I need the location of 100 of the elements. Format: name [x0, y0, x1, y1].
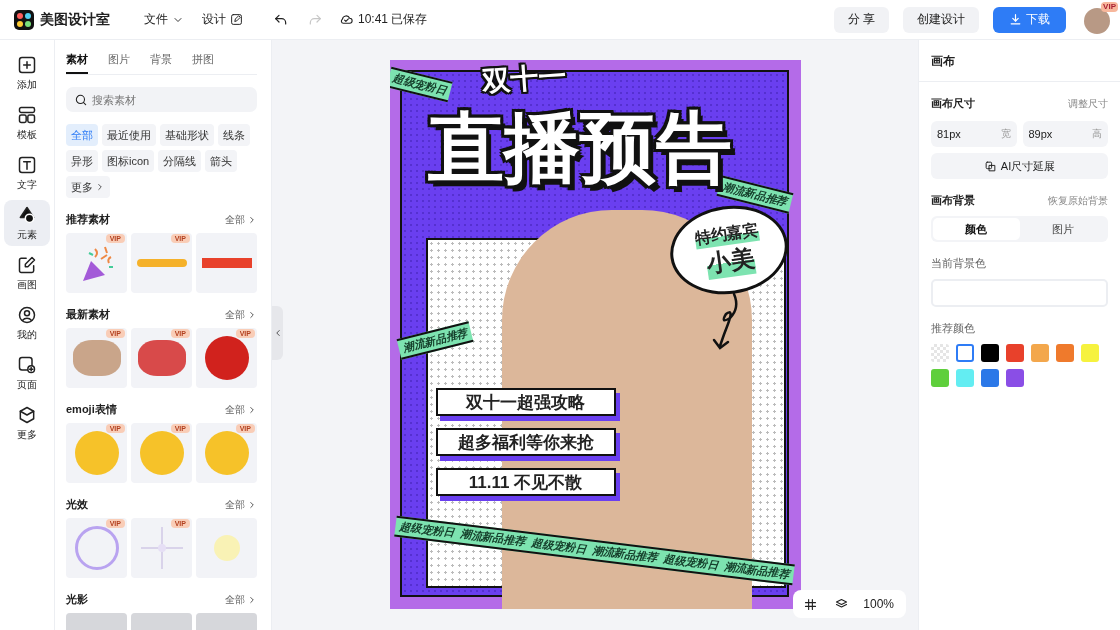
- color-swatch[interactable]: [1056, 344, 1074, 362]
- restore-link[interactable]: 恢复原始背景: [1048, 193, 1108, 208]
- tape-text: 超级宠粉日: [398, 519, 455, 541]
- segment-tab[interactable]: 颜色: [933, 218, 1020, 240]
- ai-resize-button[interactable]: AI尺寸延展: [931, 153, 1108, 179]
- brush-stroke: [136, 259, 187, 267]
- user-icon: [17, 304, 37, 325]
- header-button[interactable]: 创建设计: [903, 6, 979, 33]
- sidebar-item[interactable]: 模板: [4, 100, 50, 146]
- header-button[interactable]: 分 享: [833, 6, 889, 33]
- height-field[interactable]: 89px 高: [1022, 121, 1108, 147]
- stripe-sticker: [201, 258, 252, 268]
- segment-tab[interactable]: 图片: [1019, 218, 1106, 240]
- download-button[interactable]: 下载: [993, 6, 1066, 33]
- glow-image: [213, 535, 240, 561]
- tape-text: 潮流新品推荐: [722, 558, 790, 582]
- see-all-link[interactable]: 全部: [225, 402, 257, 417]
- edit-icon: [230, 13, 243, 26]
- layout-icon: [17, 104, 37, 125]
- grid-icon: [803, 596, 819, 612]
- panel-tab[interactable]: 背景: [150, 50, 172, 74]
- cube-icon: [17, 404, 37, 425]
- search-field[interactable]: 搜索素材: [66, 87, 257, 112]
- tape-text: 潮流新品推荐: [400, 325, 469, 356]
- sparkle-icon: [138, 525, 185, 571]
- sidebar-item[interactable]: 文字: [4, 150, 50, 196]
- field-label: 推荐颜色: [931, 321, 976, 336]
- filter-chip[interactable]: 异形: [66, 150, 98, 172]
- collapse-handle[interactable]: [272, 306, 283, 360]
- pencil-icon: [17, 254, 37, 275]
- section-title: 推荐素材: [66, 212, 110, 227]
- color-swatch[interactable]: [981, 369, 999, 387]
- file-menu[interactable]: 文件: [142, 9, 186, 30]
- color-swatch[interactable]: [1006, 369, 1024, 387]
- color-swatch[interactable]: [1031, 344, 1049, 362]
- zoom-level[interactable]: 100%: [863, 597, 894, 611]
- chevron-right-icon: [247, 499, 257, 510]
- resize-icon: [983, 159, 997, 173]
- cloud-check-icon: [339, 12, 354, 27]
- chevron-right-icon: [95, 182, 105, 192]
- chevron-right-icon: [247, 594, 257, 605]
- see-all-link[interactable]: 全部: [225, 497, 257, 512]
- vip-badge: VIP: [1101, 1, 1118, 12]
- asset-thumbnail[interactable]: [196, 233, 257, 293]
- save-status: 10:41 已保存: [358, 11, 428, 28]
- asset-thumbnail[interactable]: [196, 518, 257, 578]
- transparent-swatch[interactable]: [931, 344, 949, 362]
- filter-chip[interactable]: 线条: [218, 124, 250, 146]
- filter-chip[interactable]: 更多: [66, 176, 110, 198]
- sidebar-item[interactable]: 元素: [4, 200, 50, 246]
- filter-chip[interactable]: 最近使用: [102, 124, 156, 146]
- tape-text: 超级宠粉日: [530, 535, 587, 557]
- plus-icon: [17, 54, 37, 75]
- tape-text: 超级宠粉日: [662, 551, 719, 574]
- text-icon: [17, 154, 37, 175]
- sidebar-item[interactable]: 画图: [4, 250, 50, 296]
- color-swatch[interactable]: [956, 344, 974, 362]
- see-all-link[interactable]: 全部: [225, 212, 257, 227]
- color-swatch[interactable]: [1081, 344, 1099, 362]
- tape-text: 超级宠粉日: [390, 70, 448, 99]
- color-swatch[interactable]: [1006, 344, 1024, 362]
- chevron-right-icon: [247, 309, 257, 320]
- panel-tab[interactable]: 拼图: [192, 50, 214, 74]
- section-title: emoji表情: [66, 402, 117, 417]
- page-add-icon: [17, 354, 37, 375]
- see-all-link[interactable]: 全部: [225, 592, 257, 607]
- chevron-right-icon: [247, 214, 257, 225]
- section-title: 光影: [66, 592, 88, 607]
- field-label: 当前背景色: [931, 256, 987, 271]
- color-swatch[interactable]: [956, 369, 974, 387]
- color-swatch[interactable]: [931, 369, 949, 387]
- tape-text: 潮流新品推荐: [590, 542, 658, 566]
- width-field[interactable]: 81px 宽: [931, 121, 1017, 147]
- color-swatch[interactable]: [981, 344, 999, 362]
- see-all-link[interactable]: 全部: [225, 307, 257, 322]
- section-title: 最新素材: [66, 307, 110, 322]
- filter-chip[interactable]: 图标icon: [102, 150, 155, 172]
- sidebar-item[interactable]: 我的: [4, 300, 50, 346]
- user-avatar[interactable]: [1084, 7, 1110, 34]
- panel-tab[interactable]: 图片: [108, 50, 130, 74]
- filter-chip[interactable]: 箭头: [205, 150, 238, 172]
- panel-title: 画布: [919, 40, 1120, 82]
- poster-kicker: 双十一: [480, 61, 567, 98]
- shapes-icon: [17, 204, 37, 225]
- resize-link[interactable]: 调整尺寸: [1068, 96, 1108, 111]
- design-menu[interactable]: 设计: [200, 9, 245, 30]
- sidebar-item[interactable]: 更多: [4, 400, 50, 446]
- panel-tab[interactable]: 素材: [66, 50, 88, 74]
- app-logo[interactable]: [14, 9, 34, 30]
- filter-chip[interactable]: 基础形状: [160, 124, 214, 146]
- download-icon: [1009, 13, 1022, 26]
- sidebar-item[interactable]: 页面: [4, 350, 50, 396]
- filter-chip[interactable]: 全部: [66, 124, 98, 146]
- app-name: 美图设计室: [40, 10, 110, 29]
- section-title: 画布背景: [931, 193, 975, 208]
- filter-chip[interactable]: 分隔线: [158, 150, 202, 172]
- poster-canvas[interactable]: 超级宠粉日 潮流新品推荐 潮流新品推荐 双十一 直播预告 特约嘉宾 小美 双十一超强攻略 超多福利等你来抢 11.11 不见不散 超级宠粉日 潮流新品推荐 超级宠粉日 潮流新品推荐 超级宠粉日 潮流新品推荐: [389, 60, 801, 609]
- section-title: 画布尺寸: [931, 96, 975, 111]
- sidebar-item[interactable]: 添加: [4, 50, 50, 96]
- chevron-right-icon: [247, 404, 257, 415]
